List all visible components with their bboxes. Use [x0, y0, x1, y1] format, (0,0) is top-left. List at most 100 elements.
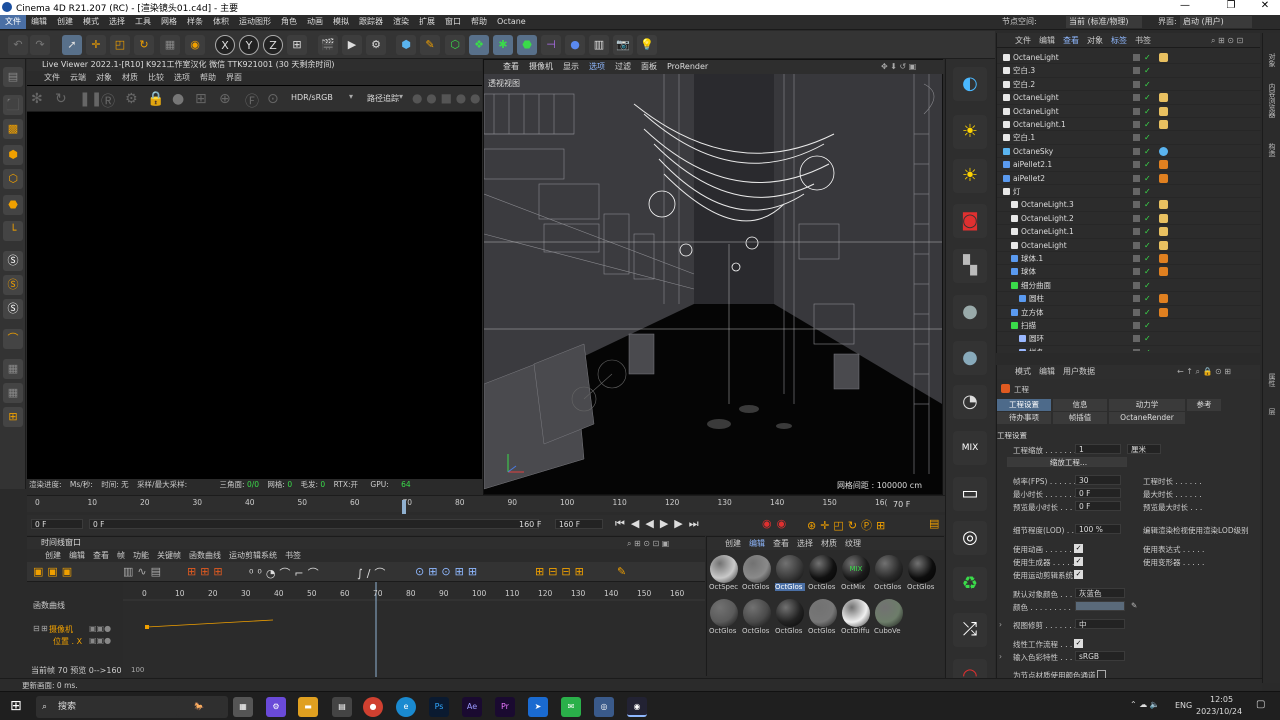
- vp-menu-view[interactable]: 查看: [498, 60, 524, 74]
- subdivision-icon[interactable]: ⬡: [445, 35, 465, 55]
- taskbar-chrome-icon[interactable]: ●: [363, 697, 383, 717]
- tw-menu-frame[interactable]: 帧: [113, 549, 129, 562]
- enabled-check-icon[interactable]: ✓: [1144, 158, 1151, 171]
- vp-menu-prorender[interactable]: ProRender: [662, 60, 713, 74]
- visibility-toggle[interactable]: [1133, 335, 1140, 343]
- taskbar-notes-icon[interactable]: ▤: [332, 697, 352, 717]
- scene-icon[interactable]: ●: [565, 35, 585, 55]
- octane-tag-icon[interactable]: [1159, 240, 1168, 250]
- track-param-toggle-icons[interactable]: ▣▣●: [89, 636, 111, 645]
- taskbar-ps-icon[interactable]: Ps: [429, 697, 449, 717]
- mix-icon[interactable]: MIX: [953, 431, 987, 465]
- object-row[interactable]: 细分曲面 ✓: [997, 279, 1261, 293]
- lv-menu-interface[interactable]: 界面: [221, 71, 247, 85]
- input-color-select[interactable]: sRGB: [1075, 651, 1125, 661]
- om-menu-edit[interactable]: 编辑: [1035, 33, 1059, 48]
- menu-create[interactable]: 创建: [52, 15, 78, 29]
- object-name[interactable]: 空白.3: [1013, 64, 1035, 77]
- object-row[interactable]: 立方体 ✓: [997, 306, 1261, 319]
- menu-character[interactable]: 角色: [276, 15, 302, 29]
- enabled-check-icon[interactable]: ✓: [1144, 306, 1151, 319]
- render-icon[interactable]: ▶: [342, 35, 362, 55]
- select-icon[interactable]: ➚: [62, 35, 82, 55]
- vp-menu-camera[interactable]: 摄像机: [524, 60, 558, 74]
- timeline-menu-icon[interactable]: ▤: [929, 517, 939, 530]
- enabled-check-icon[interactable]: ✓: [1144, 118, 1151, 131]
- object-row[interactable]: OctaneLight ✓: [997, 51, 1261, 65]
- x-axis-icon[interactable]: X: [215, 35, 235, 55]
- object-row[interactable]: OctaneLight.2 ✓: [997, 212, 1261, 226]
- fps-field[interactable]: 30: [1075, 475, 1121, 485]
- am-menu-edit[interactable]: 编辑: [1035, 365, 1059, 379]
- object-row[interactable]: OctaneSky ✓: [997, 145, 1261, 159]
- menu-tracker[interactable]: 跟踪器: [354, 15, 388, 29]
- vp-menu-options[interactable]: 选项: [584, 60, 610, 74]
- visibility-toggle[interactable]: [1133, 268, 1140, 276]
- object-name[interactable]: 空白.2: [1013, 78, 1035, 91]
- lv-menu-file[interactable]: 文件: [39, 71, 65, 85]
- end-frame-field[interactable]: 160 F: [555, 519, 603, 529]
- taskbar-pr-icon[interactable]: Pr: [495, 697, 515, 717]
- visibility-toggle[interactable]: [1133, 80, 1140, 88]
- octane-tag-icon[interactable]: [1159, 93, 1168, 103]
- tw-key-icons[interactable]: ⊞⊞⊞: [187, 565, 227, 578]
- material-swatch[interactable]: OctGlos: [775, 599, 805, 643]
- tracing-mode-select[interactable]: 路径追踪: [367, 93, 399, 104]
- scale-project-button[interactable]: 缩放工程...: [1007, 457, 1127, 467]
- object-row[interactable]: 圆柱 ✓: [997, 292, 1261, 306]
- visibility-toggle[interactable]: [1133, 255, 1140, 262]
- material-swatch[interactable]: OctGlos: [742, 599, 772, 643]
- visibility-toggle[interactable]: [1133, 241, 1140, 249]
- tw-extra-icons[interactable]: ⊞⊟⊟⊞: [535, 565, 588, 578]
- default-color-select[interactable]: 灰蓝色: [1075, 588, 1125, 598]
- enabled-check-icon[interactable]: ✓: [1144, 145, 1151, 158]
- enabled-check-icon[interactable]: ✓: [1144, 64, 1151, 77]
- use-animation-checkbox[interactable]: ✓: [1074, 544, 1083, 553]
- transport-icons[interactable]: ⏮◀◀▶▶⏭: [615, 517, 705, 531]
- model-mode-icon[interactable]: ⬛: [3, 95, 23, 115]
- octane-tag-icon[interactable]: [1159, 53, 1168, 62]
- color-swatch[interactable]: [1075, 601, 1125, 611]
- menu-animate[interactable]: 动画: [302, 15, 328, 29]
- object-name[interactable]: 球体.1: [1021, 252, 1043, 265]
- visibility-toggle[interactable]: [1133, 67, 1140, 75]
- vp-menu-filter[interactable]: 过滤: [610, 60, 636, 74]
- texture-mode-icon[interactable]: ▩: [3, 119, 23, 139]
- taskbar-edge-icon[interactable]: e: [396, 697, 416, 717]
- object-row[interactable]: 空白.2 ✓: [997, 78, 1261, 92]
- visibility-toggle[interactable]: [1133, 308, 1140, 316]
- move-icon[interactable]: ✛: [86, 35, 106, 55]
- visibility-toggle[interactable]: [1133, 214, 1140, 222]
- object-row[interactable]: 样条 ✓: [997, 346, 1261, 351]
- enabled-check-icon[interactable]: ✓: [1144, 252, 1151, 265]
- axis-mode-icon[interactable]: └: [3, 221, 23, 241]
- taskbar-settings-icon[interactable]: ⚙: [266, 697, 286, 717]
- object-row[interactable]: 球体 ✓: [997, 265, 1261, 279]
- use-motion-checkbox[interactable]: ✓: [1074, 570, 1083, 579]
- enabled-check-icon[interactable]: ✓: [1144, 91, 1151, 104]
- object-name[interactable]: OctaneLight.3: [1021, 198, 1074, 211]
- start-windows-icon[interactable]: ⊞: [10, 698, 22, 714]
- menu-simulate[interactable]: 模拟: [328, 15, 354, 29]
- object-name[interactable]: 圆环: [1029, 332, 1044, 345]
- om-menu-view[interactable]: 查看: [1059, 33, 1083, 48]
- object-row[interactable]: OctaneLight ✓: [997, 239, 1261, 252]
- tab-reference[interactable]: 参考: [1187, 399, 1221, 411]
- enabled-check-icon[interactable]: ✓: [1144, 105, 1151, 118]
- menu-edit[interactable]: 编辑: [26, 15, 52, 29]
- timeline-playhead[interactable]: [401, 500, 406, 514]
- enabled-check-icon[interactable]: ✓: [1144, 332, 1151, 345]
- record-icons[interactable]: ◉◉: [762, 517, 791, 530]
- menu-mograph[interactable]: 运动图形: [234, 15, 276, 29]
- tw-menu-edit[interactable]: 编辑: [65, 549, 89, 562]
- sphere-icon[interactable]: ●: [953, 295, 987, 329]
- lv-sphere-icon[interactable]: ●: [172, 91, 184, 107]
- enabled-check-icon[interactable]: ✓: [1144, 319, 1151, 332]
- view-clip-expand-icon[interactable]: ›: [999, 620, 1002, 629]
- object-name[interactable]: 球体: [1021, 265, 1036, 278]
- tw-nav-icons[interactable]: ⌕ ⊞ ⊙ ⊡ ▣: [623, 537, 673, 550]
- sphere-icon[interactable]: ●: [953, 341, 987, 375]
- mm-menu-material[interactable]: 材质: [817, 537, 841, 550]
- menu-select[interactable]: 选择: [104, 15, 130, 29]
- tab-key-interp[interactable]: 帧插值: [1053, 412, 1107, 424]
